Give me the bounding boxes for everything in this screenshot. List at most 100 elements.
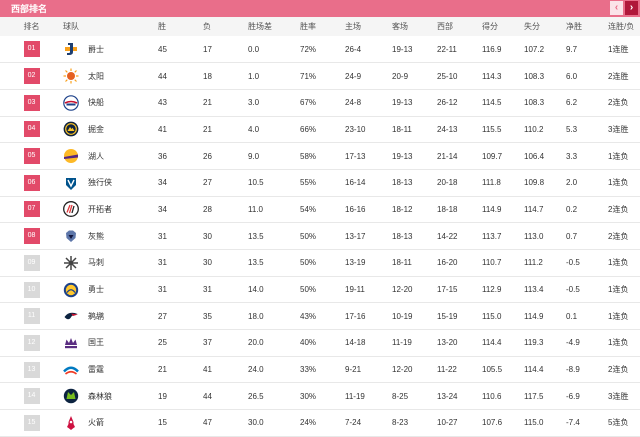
streak-cell: 2连负 bbox=[608, 365, 629, 375]
jazz-logo-icon[interactable] bbox=[63, 41, 79, 57]
team-cell[interactable]: 森林狼 bbox=[63, 383, 158, 410]
team-name[interactable]: 马刺 bbox=[88, 257, 104, 268]
rank-cell: 02 bbox=[0, 63, 63, 90]
table-row: 12 国王 25 37 20.0 40% 14-18 11-19 13-20 114.4 119.3… bbox=[0, 330, 640, 357]
chevron-left-icon[interactable]: ‹ bbox=[610, 1, 623, 15]
team-cell[interactable]: 爵士 bbox=[63, 36, 158, 63]
team-name[interactable]: 勇士 bbox=[88, 284, 104, 295]
conference-record-cell: 22-11 bbox=[437, 44, 457, 54]
games-behind-cell: 18.0 bbox=[248, 311, 264, 321]
table-row: 14 森林狼 19 44 26.5 30% 11-19 8-25 13-24 110.6 117.5… bbox=[0, 383, 640, 410]
team-name[interactable]: 火箭 bbox=[88, 417, 104, 428]
rank-cell: 07 bbox=[0, 196, 63, 223]
team-cell[interactable]: 雷霆 bbox=[63, 356, 158, 383]
team-cell[interactable]: 国王 bbox=[63, 330, 158, 357]
team-cell[interactable]: 勇士 bbox=[63, 276, 158, 303]
streak-cell: 2连负 bbox=[608, 204, 629, 214]
wins-cell: 34 bbox=[158, 204, 167, 214]
losses-cell: 30 bbox=[203, 231, 212, 241]
suns-logo-icon[interactable] bbox=[63, 68, 79, 84]
away-record-cell: 18-11 bbox=[392, 258, 412, 268]
points-for-cell: 114.4 bbox=[482, 338, 502, 348]
standings-header-bar: 西部排名 ‹ › bbox=[0, 0, 640, 17]
table-row: 02 太阳 44 18 1.0 71% 24-9 20-9 25-10 114.3 108.3 6.0… bbox=[0, 63, 640, 90]
team-name[interactable]: 雷霆 bbox=[88, 364, 104, 375]
team-cell[interactable]: 掘金 bbox=[63, 116, 158, 143]
team-cell[interactable]: 火箭 bbox=[63, 410, 158, 437]
losses-cell: 47 bbox=[203, 418, 212, 428]
col-net: 净胜 bbox=[566, 22, 582, 31]
win-pct-cell: 58% bbox=[300, 151, 317, 161]
team-name[interactable]: 太阳 bbox=[88, 71, 104, 82]
rank-badge: 06 bbox=[23, 174, 40, 191]
streak-cell: 1连胜 bbox=[608, 44, 629, 54]
home-record-cell: 26-4 bbox=[345, 44, 362, 54]
conference-record-cell: 20-18 bbox=[437, 178, 458, 188]
team-name[interactable]: 开拓者 bbox=[88, 204, 112, 215]
team-cell[interactable]: 太阳 bbox=[63, 63, 158, 90]
grizzlies-logo-icon[interactable] bbox=[63, 228, 79, 244]
team-cell[interactable]: 鹈鹕 bbox=[63, 303, 158, 330]
team-cell[interactable]: 快船 bbox=[63, 89, 158, 116]
losses-cell: 41 bbox=[203, 365, 212, 375]
kings-logo-icon[interactable] bbox=[63, 335, 79, 351]
clippers-logo-icon[interactable] bbox=[63, 94, 79, 111]
rank-badge: 02 bbox=[23, 68, 40, 85]
table-row: 15 火箭 15 47 30.0 24% 7-24 8-23 10-27 107.6 115.0 -7… bbox=[0, 410, 640, 437]
team-cell[interactable]: 湖人 bbox=[63, 143, 158, 170]
rank-cell: 03 bbox=[0, 89, 63, 116]
team-name[interactable]: 独行侠 bbox=[88, 177, 112, 188]
points-against-cell: 114.9 bbox=[524, 311, 544, 321]
timberwolves-logo-icon[interactable] bbox=[63, 388, 79, 404]
lakers-logo-icon[interactable] bbox=[63, 148, 79, 164]
net-points-cell: 0.2 bbox=[566, 204, 578, 214]
spurs-logo-icon[interactable] bbox=[63, 255, 79, 271]
table-row: 01 爵士 45 17 0.0 72% 26-4 19-13 22-11 116.9 107.2 9.… bbox=[0, 36, 640, 63]
wins-cell: 45 bbox=[158, 44, 167, 54]
team-name[interactable]: 森林狼 bbox=[88, 391, 112, 402]
team-name[interactable]: 鹈鹕 bbox=[88, 311, 104, 322]
team-cell[interactable]: 马刺 bbox=[63, 250, 158, 277]
team-name[interactable]: 湖人 bbox=[88, 151, 104, 162]
nuggets-logo-icon[interactable] bbox=[63, 121, 79, 137]
conference-record-cell: 13-20 bbox=[437, 338, 458, 348]
net-points-cell: -0.5 bbox=[566, 258, 580, 268]
win-pct-cell: 33% bbox=[300, 365, 317, 375]
team-name[interactable]: 灰熊 bbox=[88, 231, 104, 242]
home-record-cell: 13-19 bbox=[345, 258, 366, 268]
table-row: 04 掘金 41 21 4.0 66% 23-10 18-11 24-13 115.5 110.2 5… bbox=[0, 116, 640, 143]
standings-table: 排名 球队 胜 负 胜场差 胜率 主场 客场 西部 得分 失分 净胜 连胜/负 … bbox=[0, 17, 640, 437]
losses-cell: 37 bbox=[203, 338, 212, 348]
rank-badge: 10 bbox=[23, 281, 40, 298]
table-row: 05 湖人 36 26 9.0 58% 17-13 19-13 21-14 109.7 106.4 3… bbox=[0, 143, 640, 170]
table-row: 08 灰熊 31 30 13.5 50% 13-17 18-13 14-22 113.7 113.0… bbox=[0, 223, 640, 250]
home-record-cell: 17-13 bbox=[345, 151, 366, 161]
table-row: 07 开拓者 34 28 11.0 54% 16-16 18-12 18-18 114.9 114.… bbox=[0, 196, 640, 223]
team-cell[interactable]: 独行侠 bbox=[63, 169, 158, 196]
points-for-cell: 116.9 bbox=[482, 44, 502, 54]
points-for-cell: 111.8 bbox=[482, 178, 501, 188]
rank-badge: 08 bbox=[23, 228, 40, 245]
points-for-cell: 110.6 bbox=[482, 391, 502, 401]
team-name[interactable]: 爵士 bbox=[88, 44, 104, 55]
conference-record-cell: 21-14 bbox=[437, 151, 458, 161]
home-record-cell: 24-8 bbox=[345, 98, 362, 108]
conference-record-cell: 10-27 bbox=[437, 418, 458, 428]
team-cell[interactable]: 开拓者 bbox=[63, 196, 158, 223]
chevron-right-icon[interactable]: › bbox=[625, 1, 638, 15]
team-name[interactable]: 快船 bbox=[88, 97, 104, 108]
net-points-cell: 0.1 bbox=[566, 311, 578, 321]
mavericks-logo-icon[interactable] bbox=[63, 175, 79, 191]
team-cell[interactable]: 灰熊 bbox=[63, 223, 158, 250]
team-name[interactable]: 掘金 bbox=[88, 124, 104, 135]
wins-cell: 31 bbox=[158, 285, 167, 295]
home-record-cell: 11-19 bbox=[345, 391, 365, 401]
games-behind-cell: 11.0 bbox=[248, 204, 263, 214]
warriors-logo-icon[interactable] bbox=[63, 282, 79, 298]
pelicans-logo-icon[interactable] bbox=[63, 308, 79, 324]
team-name[interactable]: 国王 bbox=[88, 337, 104, 348]
blazers-logo-icon[interactable] bbox=[63, 201, 79, 218]
games-behind-cell: 10.5 bbox=[248, 178, 264, 188]
thunder-logo-icon[interactable] bbox=[63, 362, 79, 378]
col-streak: 连胜/负 bbox=[608, 22, 635, 31]
